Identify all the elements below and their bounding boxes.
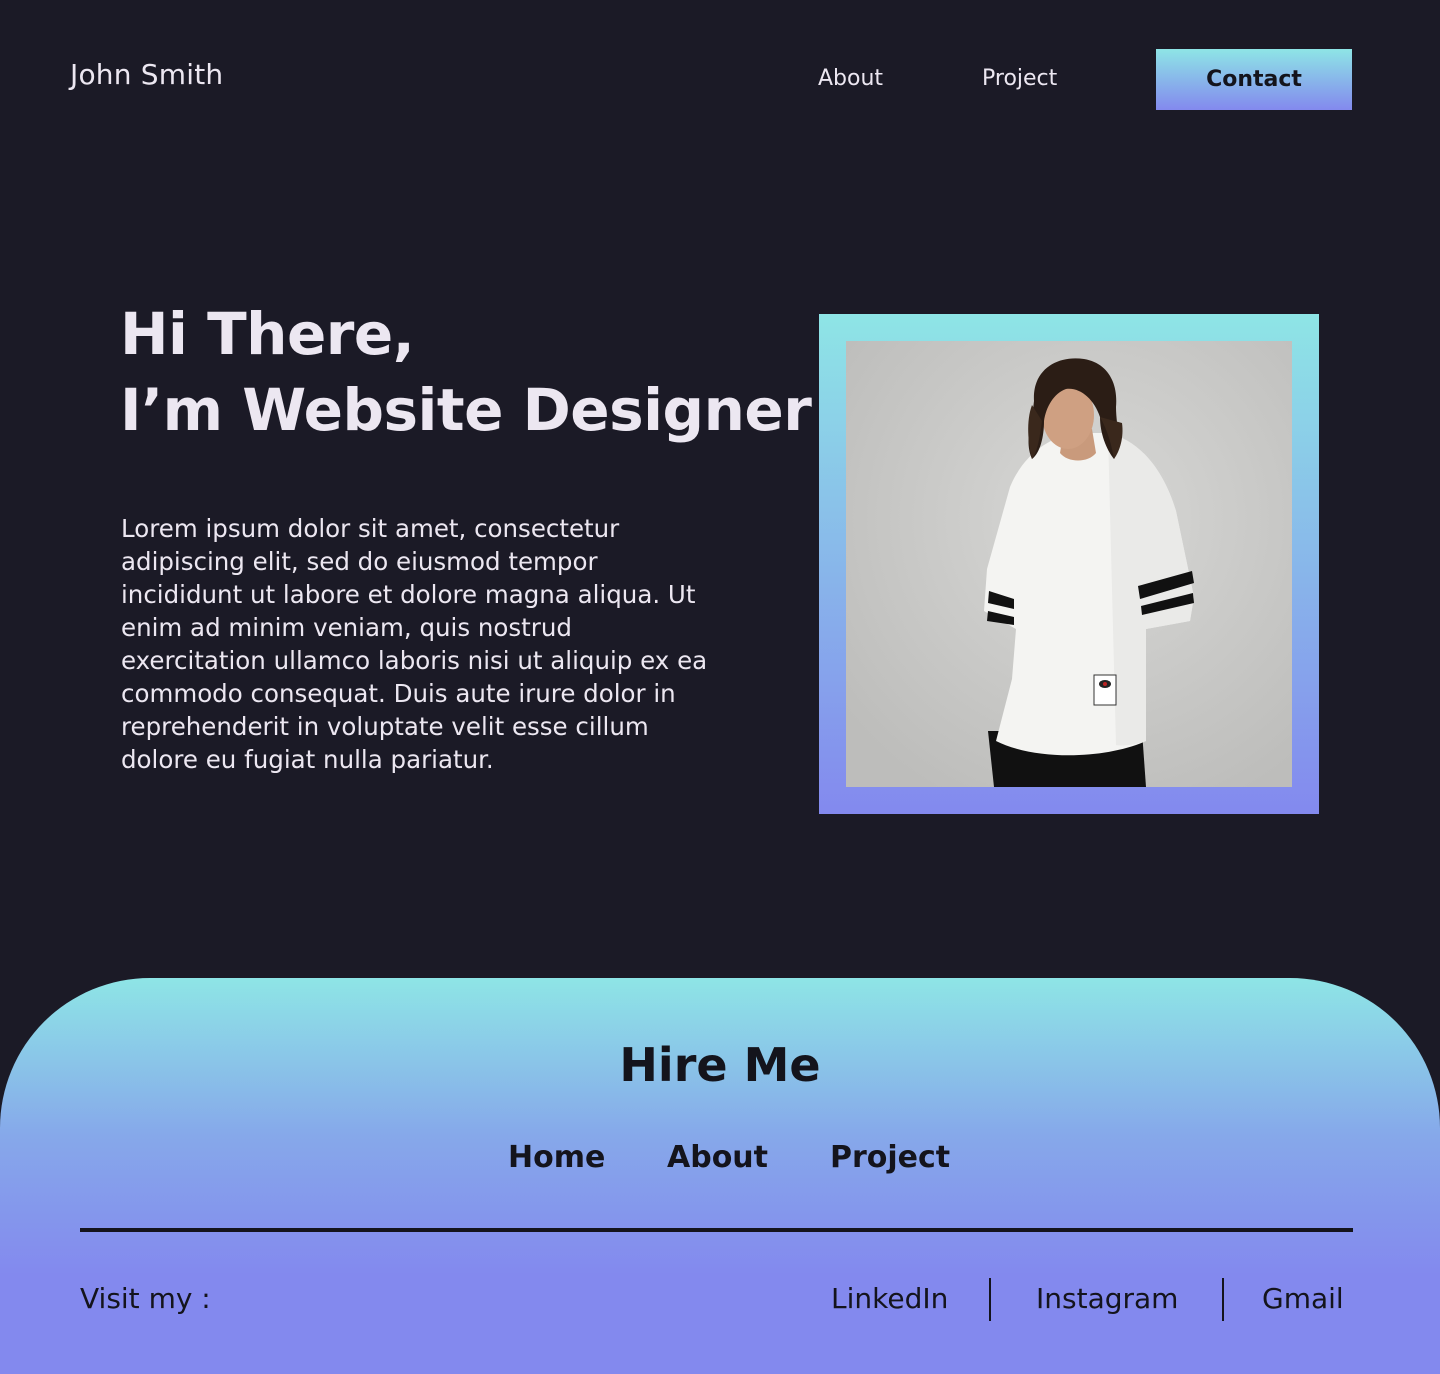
contact-button[interactable]: Contact [1156,49,1352,110]
footer-title: Hire Me [619,1038,821,1092]
social-link-gmail[interactable]: Gmail [1262,1282,1344,1315]
social-separator [1222,1278,1224,1321]
footer-divider [80,1228,1353,1232]
footer-link-about[interactable]: About [667,1140,768,1175]
portrait-frame [819,314,1319,814]
hero-heading-line-1: Hi There, [120,300,415,368]
hero-heading-line-2: I’m Website Designer [120,376,812,444]
footer-link-home[interactable]: Home [508,1140,605,1175]
footer-link-project[interactable]: Project [830,1140,950,1175]
social-link-linkedin[interactable]: LinkedIn [831,1282,948,1315]
hero-body-text: Lorem ipsum dolor sit amet, consectetur … [121,514,708,774]
visit-label: Visit my : [80,1282,211,1315]
social-link-instagram[interactable]: Instagram [1036,1282,1178,1315]
hero-heading: Hi There, I’m Website Designer [120,296,812,448]
social-separator [989,1278,991,1321]
portrait-photo [846,341,1292,787]
hire-me-footer: Hire Me Home About Project Visit my : Li… [0,978,1440,1374]
nav-link-project[interactable]: Project [982,66,1057,91]
nav-link-about[interactable]: About [818,66,883,91]
site-logo[interactable]: John Smith [70,58,223,91]
